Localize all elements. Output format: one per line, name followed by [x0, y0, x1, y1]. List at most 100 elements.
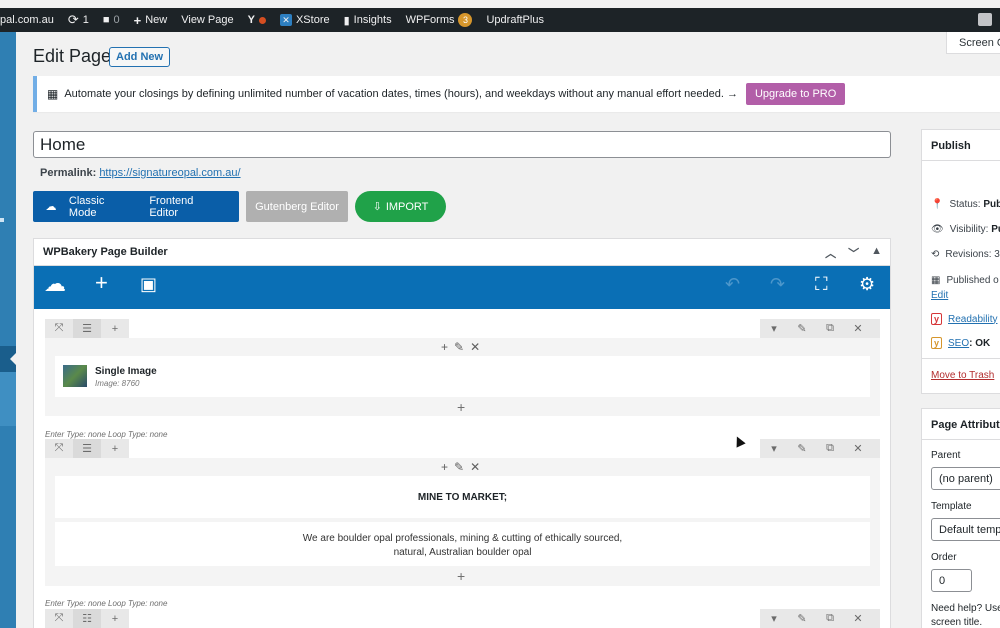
notice-text: Automate your closings by defining unlim… [64, 88, 738, 100]
row-clone-icon[interactable]: ⧉ [816, 609, 844, 628]
publish-title: Publish [922, 130, 1000, 161]
row-edit-icon[interactable]: ✎ [788, 319, 816, 338]
permalink-label: Permalink: [40, 167, 97, 179]
edit-date-link[interactable]: Edit [931, 290, 948, 301]
comment-icon: ■ [102, 14, 110, 26]
row-dropdown-icon[interactable]: ▾ [760, 439, 788, 458]
fullscreen-icon[interactable]: ⛶ [815, 275, 828, 293]
move-to-trash-link[interactable]: Move to Trash [931, 370, 994, 381]
admin-bar: pal.com.au ⟳ 1 ■ 0 + New View Page Y ✕ X… [0, 8, 1000, 32]
undo-icon[interactable]: ↶ [725, 275, 740, 293]
publish-divider [922, 358, 1000, 359]
revisions-text: Revisions: 3 [945, 249, 1000, 260]
post-title-input[interactable]: Home [33, 131, 891, 158]
view-page-link[interactable]: View Page [181, 14, 233, 26]
row-add-icon[interactable]: + [101, 319, 129, 338]
text-line: natural, Australian boulder opal [393, 547, 532, 558]
row-layout-icon[interactable]: ☷ [73, 609, 101, 628]
row-add-icon[interactable]: + [101, 609, 129, 628]
templates-icon[interactable]: ▣ [140, 275, 157, 293]
menu-dot-icon [0, 218, 4, 222]
updraftplus-label: UpdraftPlus [486, 14, 544, 26]
row-move-icon[interactable]: ⤧ [45, 439, 73, 458]
status-row: 📍 Status: Pub [931, 199, 1000, 210]
page-title: Edit Page [33, 46, 112, 66]
xstore-label: XStore [295, 14, 330, 26]
comments-link[interactable]: ■ 0 [103, 14, 120, 26]
single-image-element[interactable]: Single Image Image: 8760 [55, 356, 870, 397]
row-delete-icon[interactable]: ✕ [844, 319, 872, 338]
row-move-icon[interactable]: ⤧ [45, 319, 73, 338]
row-move-icon[interactable]: ⤧ [45, 609, 73, 628]
frontend-editor-button[interactable]: Frontend Editor [149, 195, 221, 219]
readability-link[interactable]: Readability [948, 314, 997, 325]
insights-link[interactable]: ▮ Insights [344, 14, 392, 27]
comments-count: 0 [113, 14, 120, 26]
revisions-row: ⟲ Revisions: 3 [931, 249, 1000, 260]
row-meta-label: Enter Type: none Loop Type: none [45, 599, 168, 608]
wpbakery-mode-buttons: ☁ Classic Mode Frontend Editor [33, 191, 239, 222]
updates-link[interactable]: ⟳ 1 [68, 12, 89, 28]
column-add-icon[interactable]: + [441, 460, 448, 474]
row-controls-left: ⤧ ☰ + [45, 319, 129, 338]
publish-panel: Publish 📍 Status: Pub 👁 Visibility: Pu ⟲… [921, 129, 1000, 394]
updraftplus-link[interactable]: UpdraftPlus [486, 14, 543, 26]
seo-link[interactable]: SEO [948, 338, 969, 349]
add-element-icon[interactable]: + [95, 272, 108, 294]
help-text: Need help? Use screen title. [931, 602, 1000, 628]
heading-element[interactable]: MINE TO MARKET; [55, 476, 870, 518]
column-delete-icon[interactable]: ✕ [470, 460, 480, 474]
text-block-element[interactable]: We are boulder opal professionals, minin… [55, 522, 870, 566]
row-clone-icon[interactable]: ⧉ [816, 319, 844, 338]
column-delete-icon[interactable]: ✕ [470, 340, 480, 354]
site-name: pal.com.au [0, 14, 54, 26]
wpbakery-cloud-icon[interactable]: ☁ [44, 273, 66, 295]
published-on-row: ▦ Published o [931, 275, 999, 286]
row-edit-icon[interactable]: ✎ [788, 439, 816, 458]
parent-select[interactable]: (no parent) [931, 467, 1000, 490]
add-to-column-icon[interactable]: + [457, 568, 465, 584]
upgrade-to-pro-button[interactable]: Upgrade to PRO [745, 83, 846, 105]
bar-chart-icon: ▮ [343, 14, 350, 27]
redo-icon[interactable]: ↷ [770, 275, 785, 293]
add-new-button[interactable]: Add New [109, 47, 171, 67]
row-clone-icon[interactable]: ⧉ [816, 439, 844, 458]
wpbakery-title: WPBakery Page Builder [43, 246, 168, 258]
permalink-url-link[interactable]: https://signatureopal.com.au/ [99, 167, 240, 179]
column-edit-icon[interactable]: ✎ [454, 460, 464, 474]
toggle-panel-icon[interactable]: ▲ [871, 245, 882, 261]
classic-mode-button[interactable]: Classic Mode [69, 195, 131, 219]
row-delete-icon[interactable]: ✕ [844, 609, 872, 628]
row-dropdown-icon[interactable]: ▾ [760, 609, 788, 628]
row-dropdown-icon[interactable]: ▾ [760, 319, 788, 338]
xstore-link[interactable]: ✕ XStore [279, 14, 330, 26]
add-to-column-icon[interactable]: + [457, 399, 465, 415]
row-meta-label: Enter Type: none Loop Type: none [45, 430, 168, 439]
template-select[interactable]: Default temp [931, 518, 1000, 541]
import-button[interactable]: ⇩ IMPORT [355, 191, 446, 222]
settings-gear-icon[interactable]: ⚙ [859, 275, 875, 293]
yoast-menu[interactable]: Y [248, 14, 266, 26]
new-content-link[interactable]: + New [134, 13, 168, 28]
column-edit-icon[interactable]: ✎ [454, 340, 464, 354]
row-add-icon[interactable]: + [101, 439, 129, 458]
row-edit-icon[interactable]: ✎ [788, 609, 816, 628]
row-layout-icon[interactable]: ☰ [73, 439, 101, 458]
published-on-text: Published o [946, 275, 999, 286]
gutenberg-editor-button[interactable]: Gutenberg Editor [246, 191, 348, 222]
column-add-icon[interactable]: + [441, 340, 448, 354]
wpbakery-toolbar: ☁ + ▣ ↶ ↷ ⛶ ⚙ [34, 266, 890, 309]
screen-options-tab[interactable]: Screen O [946, 32, 1000, 54]
order-input[interactable]: 0 [931, 569, 972, 592]
sidebar-submenu[interactable] [0, 372, 16, 426]
wpforms-link[interactable]: WPForms 3 [406, 13, 473, 27]
account-icon[interactable] [978, 13, 992, 26]
move-up-icon[interactable]: ︿ [825, 245, 836, 261]
yoast-status-dot-icon [258, 16, 266, 24]
page-attributes-panel: Page Attribute Parent (no parent) Templa… [921, 408, 1000, 628]
row-layout-icon[interactable]: ☰ [73, 319, 101, 338]
help-line: screen title. [931, 617, 983, 628]
site-name-link[interactable]: pal.com.au [0, 14, 54, 26]
move-down-icon[interactable]: ﹀ [848, 245, 859, 261]
row-delete-icon[interactable]: ✕ [844, 439, 872, 458]
